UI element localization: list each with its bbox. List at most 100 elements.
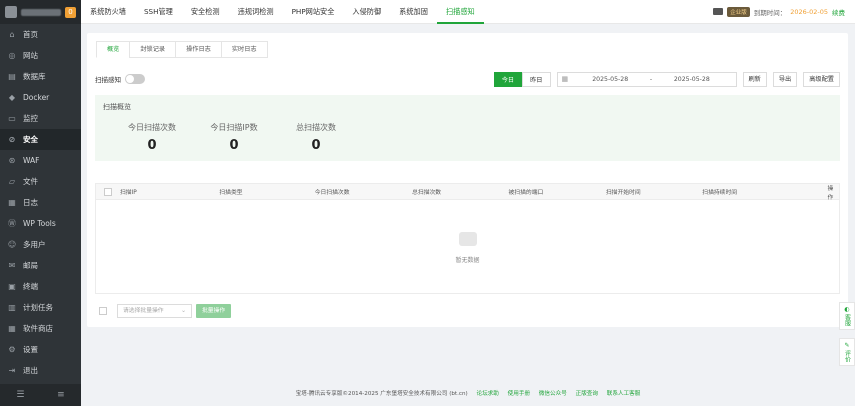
refresh-button[interactable]: 刷新: [742, 71, 767, 87]
top-nav-tab[interactable]: 违规词检测: [229, 0, 283, 24]
footer-link-support[interactable]: 联系人工客服: [607, 391, 641, 397]
sidebar-item-label: WAF: [23, 156, 40, 165]
top-nav-tab[interactable]: 安全检测: [182, 0, 229, 24]
batch-select[interactable]: 请选择批量操作 ⌄: [117, 304, 192, 318]
footer-link-genuine[interactable]: 正版查询: [576, 391, 598, 397]
server-name-blurred: [21, 8, 61, 16]
date-range-picker[interactable]: ▦ 2025-05-28 - 2025-05-28: [556, 71, 737, 87]
empty-box-icon: [458, 232, 477, 246]
notification-badge[interactable]: 0: [65, 6, 76, 18]
sidebar-item[interactable]: ⊘ 安全: [0, 129, 81, 150]
footer-link-wechat[interactable]: 微信公众号: [539, 391, 567, 397]
sidebar-item-label: 计划任务: [23, 303, 53, 312]
sidebar-item-label: 多用户: [23, 240, 46, 249]
terminal-icon: ▣: [8, 282, 16, 291]
sidebar-item[interactable]: ☺ 多用户: [0, 234, 81, 255]
users-icon: ☺: [7, 240, 17, 249]
scan-overview: 扫描概览 今日扫描次数 0 今日扫描IP数 0 总扫描次数 0: [95, 95, 840, 161]
sidebar-item-label: 网站: [23, 51, 38, 60]
sidebar-item-label: WP Tools: [23, 219, 56, 228]
stat-today-scans: 今日扫描次数 0: [107, 122, 197, 153]
top-nav-tab[interactable]: PHP网站安全: [283, 0, 344, 24]
gear-icon: ⚙: [8, 345, 16, 354]
tab-operation-log[interactable]: 操作日志: [175, 41, 222, 58]
sidebar-item-label: 设置: [23, 345, 38, 354]
log-icon: ▦: [8, 198, 16, 207]
sidebar: 0 ⌂ 首页 ◎ 网站 ▤ 数据库 ◆ Docker ▭ 监控 ⊘ 安全 ⊛ WAF ▱ 文件 ▦ 日志 Ⓦ WP T…: [0, 0, 81, 406]
date-end[interactable]: 2025-05-28: [652, 76, 731, 83]
tab-block-records[interactable]: 封锁记录: [129, 41, 177, 58]
today-button[interactable]: 今日: [493, 71, 523, 87]
docker-icon: ◆: [8, 93, 16, 102]
store-icon: ▦: [8, 324, 16, 333]
vip-badge: 企业版: [727, 6, 750, 17]
scan-toggle[interactable]: [125, 74, 145, 84]
sidebar-item[interactable]: ⌂ 首页: [0, 24, 81, 45]
sidebar-item[interactable]: ◎ 网站: [0, 45, 81, 66]
col-today-scans: 今日扫描次数: [314, 190, 350, 196]
sidebar-item[interactable]: ⚙ 设置: [0, 339, 81, 360]
calendar-icon: ▥: [8, 303, 16, 312]
yesterday-button[interactable]: 昨日: [522, 71, 551, 87]
renew-link[interactable]: 续费: [832, 7, 845, 17]
export-button[interactable]: 导出: [772, 71, 798, 87]
col-scan-type: 扫描类型: [219, 190, 243, 196]
date-start[interactable]: 2025-05-28: [571, 76, 650, 83]
sidebar-item[interactable]: ⇥ 退出: [0, 360, 81, 381]
col-actions: 操作: [827, 185, 834, 201]
footer-link-forum[interactable]: 论坛求助: [476, 391, 498, 397]
col-scan-start: 扫描开始时间: [605, 190, 641, 196]
overview-title: 扫描概览: [103, 103, 131, 111]
support-label: 客服: [843, 314, 851, 326]
stat-value: 0: [311, 138, 321, 153]
chevron-down-icon: ⌄: [181, 308, 186, 314]
footer-link-manual[interactable]: 使用手册: [508, 391, 530, 397]
sidebar-item[interactable]: ▭ 监控: [0, 108, 81, 129]
table-header: 扫描IP 扫描类型 今日扫描次数 总扫描次数 被扫描的端口 扫描开始时间 扫描持…: [96, 184, 839, 201]
folder-icon: ▱: [8, 177, 16, 186]
select-all-checkbox[interactable]: [104, 187, 112, 196]
tab-realtime-log[interactable]: 实时日志: [220, 41, 268, 58]
footer: 宝塔-腾讯云专享版©2014-2025 广东堡塔安全技术有限公司 (bt.cn)…: [81, 389, 855, 397]
menu-icon[interactable]: ≡: [57, 390, 65, 400]
crown-icon: [713, 8, 724, 15]
collapse-icon[interactable]: ☰: [16, 390, 24, 400]
logout-icon: ⇥: [8, 366, 16, 375]
sidebar-item[interactable]: ✉ 邮局: [0, 255, 81, 276]
calendar-icon: ▦: [561, 75, 569, 83]
shield-icon: ⊘: [8, 135, 16, 144]
batch-action-button[interactable]: 批量操作: [196, 304, 232, 318]
sidebar-item-label: 安全: [23, 135, 38, 144]
top-nav-tab[interactable]: 系统加固: [390, 0, 437, 24]
sidebar-item-label: 退出: [23, 366, 38, 375]
support-icon: ◐: [844, 306, 850, 313]
sidebar-item[interactable]: ▱ 文件: [0, 171, 81, 192]
sub-tabs: 概览 封锁记录 操作日志 实时日志: [96, 41, 268, 58]
tab-overview[interactable]: 概览: [96, 41, 131, 58]
sidebar-item[interactable]: Ⓦ WP Tools: [0, 213, 81, 234]
sidebar-item[interactable]: ▥ 计划任务: [0, 297, 81, 318]
batch-checkbox[interactable]: [99, 307, 107, 315]
sidebar-item-label: 终端: [23, 282, 38, 291]
top-nav-tab[interactable]: 扫描感知: [436, 0, 484, 24]
support-float-button[interactable]: ◐ 客服: [839, 302, 855, 330]
sidebar-item[interactable]: ▦ 软件商店: [0, 318, 81, 339]
col-scan-ip: 扫描IP: [119, 190, 137, 196]
top-nav-tab[interactable]: 入侵防御: [343, 0, 390, 24]
review-float-button[interactable]: ✎ 评价: [839, 338, 855, 366]
sidebar-item[interactable]: ▦ 日志: [0, 192, 81, 213]
sidebar-item[interactable]: ◆ Docker: [0, 87, 81, 108]
review-label: 评价: [843, 350, 851, 362]
top-nav: 系统防火墙 SSH管理 安全检测 违规词检测 PHP网站安全 入侵防御 系统加固 扫描感知 企…: [81, 0, 855, 24]
top-nav-tab[interactable]: SSH管理: [135, 0, 182, 24]
sidebar-item-label: 软件商店: [23, 324, 53, 333]
sidebar-item[interactable]: ▤ 数据库: [0, 66, 81, 87]
sidebar-item[interactable]: ⊛ WAF: [0, 150, 81, 171]
sidebar-footer: ☰ ≡: [0, 384, 81, 406]
sidebar-item-label: Docker: [23, 93, 50, 102]
advanced-config-button[interactable]: 高级配置: [803, 71, 840, 87]
stat-label: 总扫描次数: [296, 123, 336, 132]
top-nav-tab[interactable]: 系统防火墙: [81, 0, 135, 24]
stat-label: 今日扫描IP数: [210, 123, 258, 132]
sidebar-item[interactable]: ▣ 终端: [0, 276, 81, 297]
